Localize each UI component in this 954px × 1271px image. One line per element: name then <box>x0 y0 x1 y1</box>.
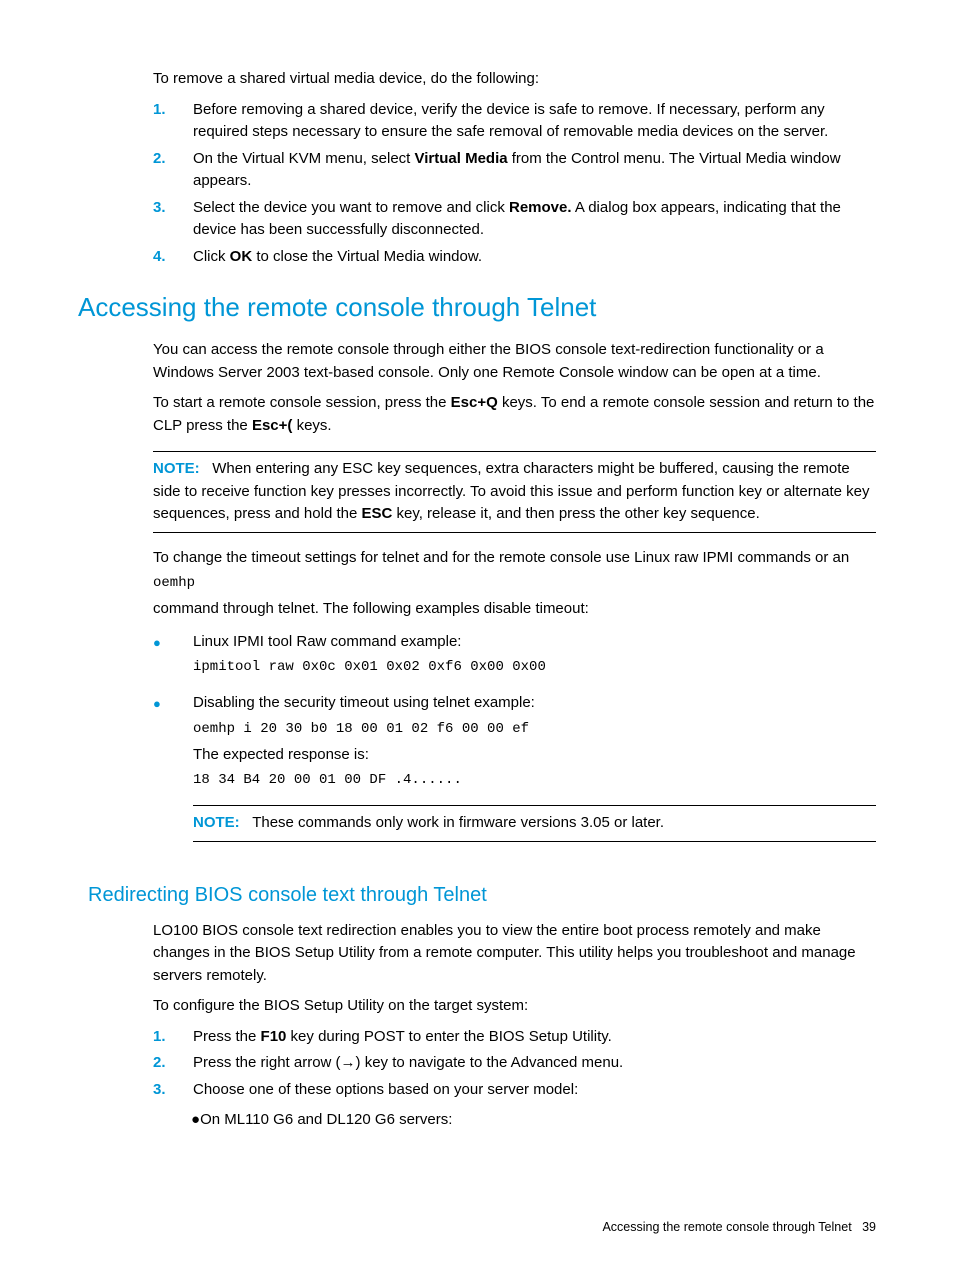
body-paragraph: You can access the remote console throug… <box>153 339 876 384</box>
bullet-content: Disabling the security timeout using tel… <box>193 692 876 856</box>
step-number: 4. <box>153 246 193 269</box>
subsection-heading-bios: Redirecting BIOS console text through Te… <box>88 880 876 910</box>
step-number: 1. <box>153 99 193 144</box>
bullet-icon: ● <box>191 1109 200 1132</box>
list-item: 1. Before removing a shared device, veri… <box>153 99 876 144</box>
intro-steps: 1. Before removing a shared device, veri… <box>153 99 876 269</box>
step-number: 2. <box>153 1052 193 1075</box>
step-number: 3. <box>153 197 193 242</box>
page-footer: Accessing the remote console through Tel… <box>602 1218 876 1237</box>
code-inline: oemhp <box>153 573 876 594</box>
step-text: Select the device you want to remove and… <box>193 197 876 242</box>
intro-block: To remove a shared virtual media device,… <box>153 68 876 268</box>
list-item: ● Linux IPMI tool Raw command example: i… <box>153 631 876 683</box>
code-block: 18 34 B4 20 00 01 00 DF .4...... <box>193 770 876 791</box>
sub-bullet-text: On ML110 G6 and DL120 G6 servers: <box>200 1109 452 1132</box>
section1-body: You can access the remote console throug… <box>153 339 876 856</box>
response-label: The expected response is: <box>193 744 876 767</box>
body-paragraph: To start a remote console session, press… <box>153 392 876 437</box>
bullet-icon: ● <box>153 631 193 683</box>
section2-steps: 1. Press the F10 key during POST to ente… <box>153 1026 876 1102</box>
bullet-content: Linux IPMI tool Raw command example: ipm… <box>193 631 876 683</box>
step-text: Before removing a shared device, verify … <box>193 99 876 144</box>
code-block: ipmitool raw 0x0c 0x01 0x02 0xf6 0x00 0x… <box>193 657 876 678</box>
document-page: To remove a shared virtual media device,… <box>0 0 954 1271</box>
list-item: 4. Click OK to close the Virtual Media w… <box>153 246 876 269</box>
list-item: ● On ML110 G6 and DL120 G6 servers: <box>191 1109 876 1132</box>
step-text: On the Virtual KVM menu, select Virtual … <box>193 148 876 193</box>
page-number: 39 <box>862 1220 876 1234</box>
step-text: Choose one of these options based on you… <box>193 1079 876 1102</box>
list-item: ● Disabling the security timeout using t… <box>153 692 876 856</box>
code-block: oemhp i 20 30 b0 18 00 01 02 f6 00 00 ef <box>193 719 876 740</box>
list-item: 1. Press the F10 key during POST to ente… <box>153 1026 876 1049</box>
step-number: 1. <box>153 1026 193 1049</box>
section2-body: LO100 BIOS console text redirection enab… <box>153 920 876 1132</box>
bullet-icon: ● <box>153 692 193 856</box>
step-number: 2. <box>153 148 193 193</box>
section-heading-telnet: Accessing the remote console through Tel… <box>78 288 876 327</box>
note-box: NOTE: When entering any ESC key sequence… <box>153 451 876 533</box>
note-box: NOTE: These commands only work in firmwa… <box>193 805 876 842</box>
body-paragraph: To change the timeout settings for telne… <box>153 547 876 570</box>
intro-paragraph: To remove a shared virtual media device,… <box>153 68 876 91</box>
note-label: NOTE: <box>193 814 240 831</box>
list-item: 2. Press the right arrow (→) key to navi… <box>153 1052 876 1075</box>
sub-bullet-list: ● On ML110 G6 and DL120 G6 servers: <box>153 1109 876 1132</box>
step-text: Press the F10 key during POST to enter t… <box>193 1026 876 1049</box>
step-number: 3. <box>153 1079 193 1102</box>
step-text: Press the right arrow (→) key to navigat… <box>193 1052 876 1075</box>
body-paragraph: command through telnet. The following ex… <box>153 598 876 621</box>
step-text: Click OK to close the Virtual Media wind… <box>193 246 876 269</box>
note-label: NOTE: <box>153 460 200 477</box>
bullet-list: ● Linux IPMI tool Raw command example: i… <box>153 631 876 856</box>
footer-text: Accessing the remote console through Tel… <box>602 1220 851 1234</box>
body-paragraph: LO100 BIOS console text redirection enab… <box>153 920 876 988</box>
list-item: 2. On the Virtual KVM menu, select Virtu… <box>153 148 876 193</box>
list-item: 3. Select the device you want to remove … <box>153 197 876 242</box>
list-item: 3. Choose one of these options based on … <box>153 1079 876 1102</box>
body-paragraph: To configure the BIOS Setup Utility on t… <box>153 995 876 1018</box>
